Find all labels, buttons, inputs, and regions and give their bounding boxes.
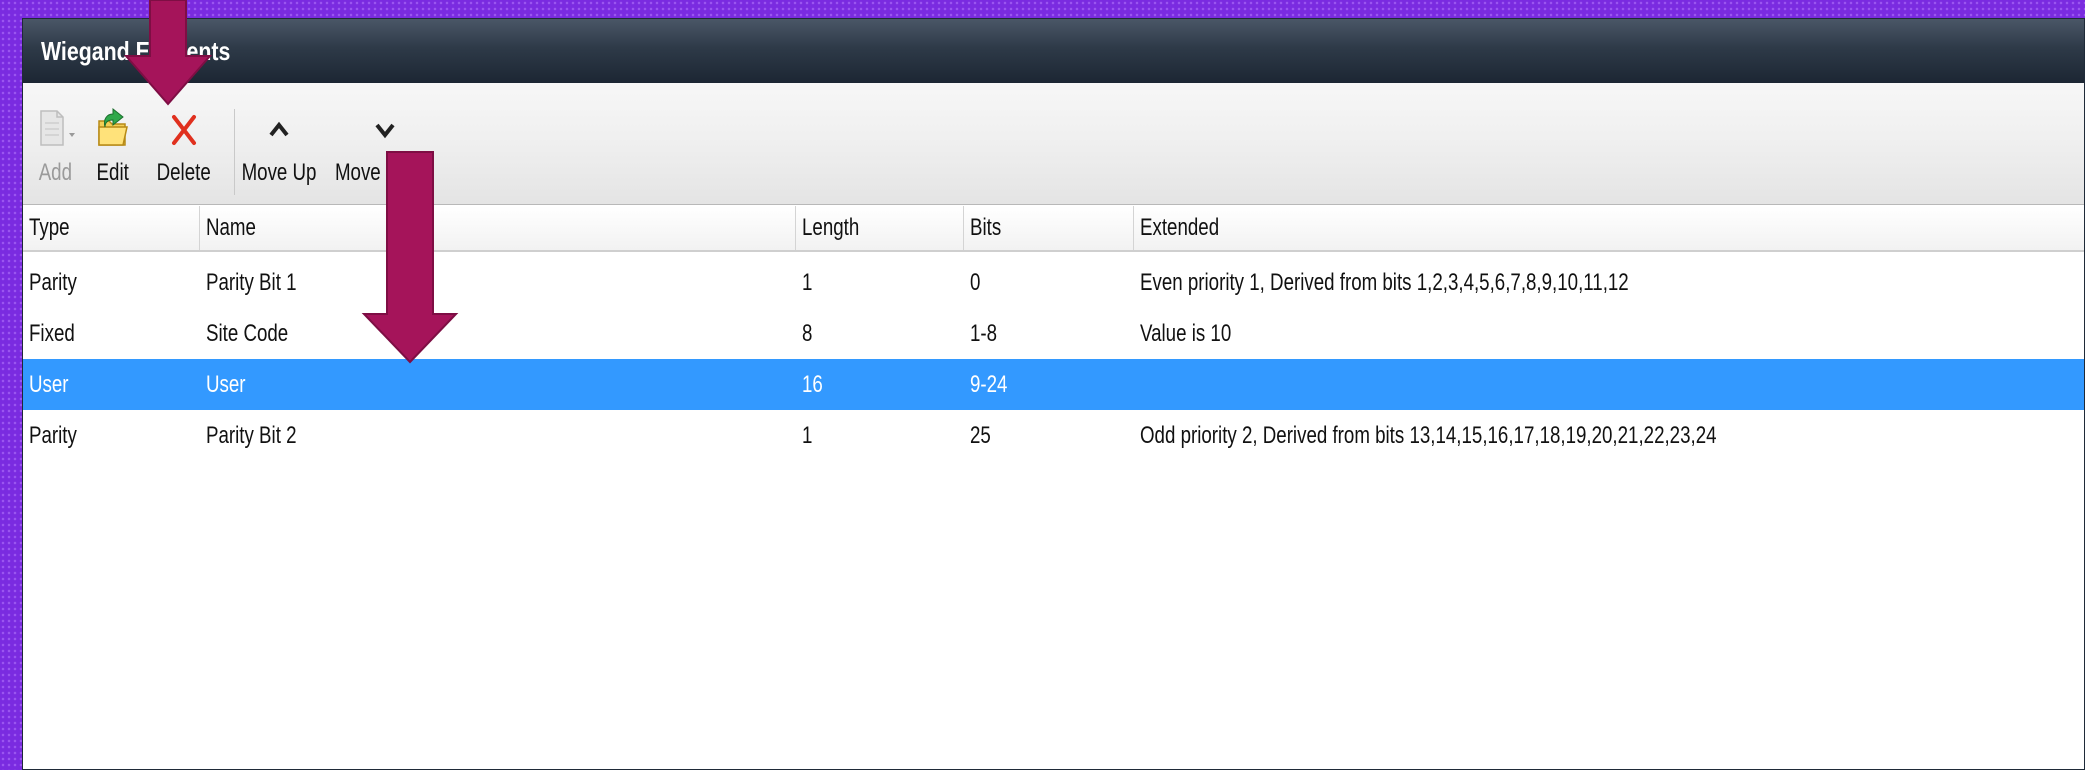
add-button[interactable]: Add (33, 105, 77, 187)
cell-type: Parity (29, 268, 77, 296)
column-header-bits[interactable]: Bits (963, 206, 1010, 250)
cell-bits: 9-24 (970, 370, 1008, 398)
cell-bits: 0 (970, 268, 981, 296)
document-add-icon (33, 105, 77, 155)
column-header-length[interactable]: Length (795, 206, 875, 250)
toolbar: Add Edit Delete Move Up Move Down (23, 83, 2084, 205)
cell-name: Parity Bit 2 (206, 421, 297, 449)
cell-extended: Odd priority 2, Derived from bits 13,14,… (1140, 421, 1717, 449)
add-label: Add (38, 159, 72, 186)
grid-header: Type Name Length Bits Extended (23, 206, 2084, 252)
wiegand-elements-window: Wiegand Elements Add Edit Delete Move Up… (22, 18, 2085, 770)
cell-extended (1133, 359, 1140, 410)
delete-label: Delete (156, 159, 211, 186)
edit-label: Edit (96, 159, 130, 186)
cell-bits: 1-8 (970, 319, 998, 347)
move-up-button[interactable]: Move Up (241, 105, 317, 187)
cell-extended: Even priority 1, Derived from bits 1,2,3… (1140, 268, 1629, 296)
cell-bits: 25 (970, 421, 991, 449)
title-bar: Wiegand Elements (23, 19, 2084, 83)
edit-button[interactable]: Edit (91, 105, 135, 187)
cell-type: Parity (29, 421, 77, 449)
folder-edit-icon (91, 105, 135, 155)
cell-type: User (29, 370, 69, 398)
column-header-name[interactable]: Name (199, 206, 270, 250)
toolbar-separator (234, 109, 236, 195)
table-row[interactable]: Parity Parity Bit 1 1 0 Even priority 1,… (23, 257, 2084, 308)
cell-length: 8 (802, 319, 813, 347)
move-up-label: Move Up (241, 159, 317, 186)
cell-name: Site Code (206, 319, 289, 347)
annotation-arrow-selected-row (361, 151, 459, 364)
red-x-icon (162, 105, 206, 155)
column-header-extended[interactable]: Extended (1133, 206, 1241, 250)
table-row[interactable]: Fixed Site Code 8 1-8 Value is 10 (23, 308, 2084, 359)
cell-length: 1 (802, 268, 813, 296)
table-row-selected[interactable]: User User 16 9-24 (23, 359, 2084, 410)
column-header-type[interactable]: Type (29, 206, 81, 250)
cell-type: Fixed (29, 319, 75, 347)
delete-button[interactable]: Delete (149, 105, 218, 187)
cell-length: 16 (802, 370, 823, 398)
table-row[interactable]: Parity Parity Bit 2 1 25 Odd priority 2,… (23, 410, 2084, 461)
chevron-up-icon (257, 105, 301, 155)
cell-length: 1 (802, 421, 813, 449)
annotation-arrow-delete (123, 0, 213, 106)
cell-extended: Value is 10 (1140, 319, 1232, 347)
chevron-down-icon (363, 105, 407, 155)
cell-name: Parity Bit 1 (206, 268, 297, 296)
cell-name: User (206, 370, 246, 398)
